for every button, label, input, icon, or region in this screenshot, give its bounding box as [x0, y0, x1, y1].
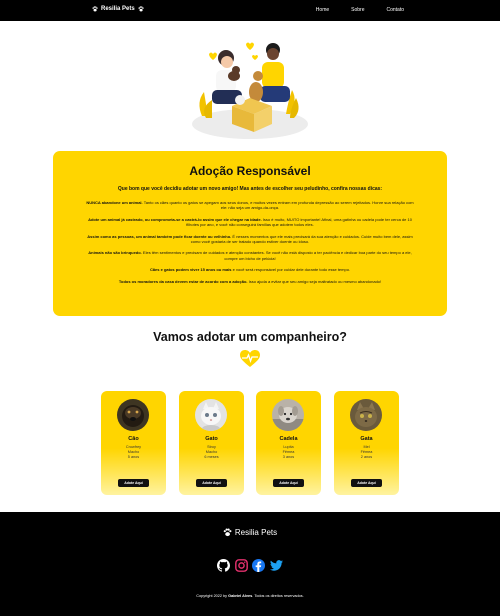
pet-sex: Macho	[205, 450, 218, 454]
nav-link-sobre[interactable]: Sobre	[351, 7, 364, 13]
footer-brand-label: Resilia Pets	[234, 528, 278, 537]
tip-bold: Cães e gatos podem viver 15 anos ou mais	[149, 267, 232, 273]
paw-icon	[138, 6, 144, 12]
pet-breed: Lupita	[283, 445, 294, 449]
info-tip: Assim como as pessoas, um animal também …	[81, 234, 419, 245]
info-tip: Adote um animal já castrado, ou comprome…	[81, 217, 419, 228]
tip-text: e você será responsável por cuidar dele …	[231, 267, 351, 273]
dog-photo	[117, 399, 149, 431]
pet-breed: Crowfrey	[125, 445, 142, 449]
adopt-button[interactable]: Adote Aqui	[118, 479, 149, 487]
pet-sex: Macho	[127, 450, 140, 454]
info-lead: Que bom que você decidiu adotar um novo …	[117, 186, 383, 192]
nav-link-contato[interactable]: Contato	[386, 7, 404, 13]
paw-icon	[92, 6, 98, 12]
info-title: Adoção Responsável	[189, 164, 311, 178]
footer: Resilia Pets Copyright 2022 by Gabriel A…	[0, 512, 500, 616]
tip-text: Eles têm sentimentos e precisam de cuida…	[141, 250, 412, 261]
pet-name: Cão	[128, 436, 139, 442]
pet-name: Cadela	[279, 436, 298, 442]
nav-links: Home Sobre Contato	[316, 7, 404, 13]
adoption-info-box: Adoção Responsável Que bom que você deci…	[53, 151, 447, 316]
cat-photo	[195, 399, 227, 431]
pet-card-cao: Cão Crowfrey Macho 5 anos Adote Aqui	[101, 391, 166, 495]
tip-text: Tanto os cães quanto os gatos se apegam …	[142, 200, 414, 211]
pet-age: 3 anos	[282, 455, 295, 459]
adopt-button[interactable]: Adote Aqui	[273, 479, 304, 487]
pet-age: 6 meses	[204, 455, 219, 459]
tip-bold: NUNCA abandone um animal.	[86, 200, 143, 205]
paw-icon	[223, 528, 232, 537]
pet-name: Gato	[205, 436, 218, 442]
pet-card-gata: Gata Mel Fêmea 2 anos Adote Aqui	[334, 391, 399, 495]
pet-sex: Fêmea	[360, 450, 373, 454]
dog-photo	[272, 399, 304, 431]
cat-photo	[350, 399, 382, 431]
pet-name: Gata	[360, 436, 373, 442]
copyright-author[interactable]: Gabriel Alves	[228, 594, 252, 598]
copyright-suffix: . Todos os direitos reservados.	[252, 594, 304, 598]
section-title: Vamos adotar um companheiro?	[153, 330, 347, 344]
info-tip: Cães e gatos podem viver 15 anos ou mais…	[81, 267, 419, 272]
info-tip: Animais não são brinquedo. Eles têm sent…	[81, 250, 419, 261]
adopt-button[interactable]: Adote Aqui	[351, 479, 382, 487]
footer-brand: Resilia Pets	[0, 528, 500, 537]
pet-age: 2 anos	[360, 455, 373, 459]
tip-bold: Assim como as pessoas, um animal também …	[87, 233, 232, 239]
social-links	[217, 559, 283, 573]
copyright-prefix: Copyright 2022 by	[196, 594, 229, 598]
navbar-brand-label: Resilia Pets	[101, 6, 135, 12]
pet-breed: Mel	[363, 445, 370, 449]
pet-breed: Stroy	[207, 445, 216, 449]
nav-link-home[interactable]: Home	[316, 7, 329, 13]
tip-bold: Adote um animal já castrado, ou comprome…	[88, 216, 262, 222]
info-tip: Todos os moradores da casa devem estar d…	[81, 279, 419, 284]
heartbeat-icon	[240, 350, 260, 367]
pet-card-gato: Gato Stroy Macho 6 meses Adote Aqui	[179, 391, 244, 495]
navbar: Resilia Pets Home Sobre Contato	[0, 0, 500, 21]
tip-text: Isso ajuda a evitar que seu amigo seja m…	[247, 278, 382, 284]
tip-bold: Animais não são brinquedo.	[88, 250, 142, 256]
hero-illustration	[192, 42, 308, 139]
adopt-button[interactable]: Adote Aqui	[196, 479, 227, 487]
pet-cards: Cão Crowfrey Macho 5 anos Adote Aqui Gat…	[101, 391, 399, 495]
github-icon[interactable]	[217, 559, 230, 572]
pet-card-cadela: Cadela Lupita Fêmea 3 anos Adote Aqui	[256, 391, 321, 495]
info-tip: NUNCA abandone um animal. Tanto os cães …	[81, 200, 419, 211]
facebook-icon[interactable]	[252, 559, 266, 572]
pet-sex: Fêmea	[282, 450, 295, 454]
instagram-icon[interactable]	[234, 559, 248, 572]
twitter-icon[interactable]	[269, 559, 283, 572]
tip-bold: Todos os moradores da casa devem estar d…	[118, 278, 248, 284]
pet-age: 5 anos	[127, 455, 140, 459]
copyright: Copyright 2022 by Gabriel Alves. Todos o…	[0, 594, 500, 598]
navbar-brand[interactable]: Resilia Pets	[92, 6, 144, 12]
